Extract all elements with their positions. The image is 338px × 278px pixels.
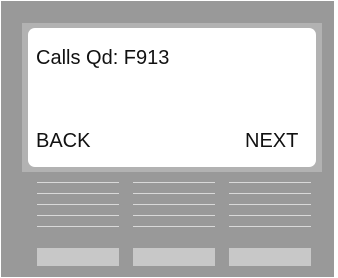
keypad-line xyxy=(229,226,311,227)
softkey-back[interactable]: BACK xyxy=(36,131,90,151)
keypad-line xyxy=(37,193,119,194)
keypad-line xyxy=(37,204,119,205)
keypad-line xyxy=(37,226,119,227)
keypad-line xyxy=(133,193,215,194)
keypad-button-right[interactable] xyxy=(229,248,311,266)
keypad-line xyxy=(133,226,215,227)
keypad-button-center[interactable] xyxy=(133,248,215,266)
keypad-line xyxy=(229,204,311,205)
keypad-line xyxy=(37,182,119,183)
keypad-line xyxy=(229,193,311,194)
keypad-line xyxy=(229,182,311,183)
keypad-line xyxy=(133,215,215,216)
keypad-line xyxy=(37,215,119,216)
keypad-button-left[interactable] xyxy=(37,248,119,266)
softkey-next[interactable]: NEXT xyxy=(245,131,298,151)
keypad-line xyxy=(133,204,215,205)
display-title: Calls Qd: F913 xyxy=(36,47,170,69)
keypad-line xyxy=(229,215,311,216)
keypad-line xyxy=(133,182,215,183)
